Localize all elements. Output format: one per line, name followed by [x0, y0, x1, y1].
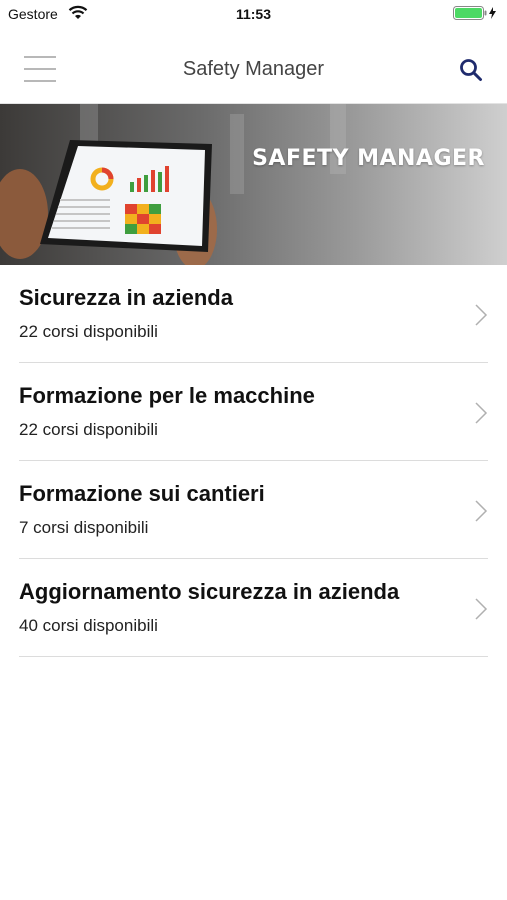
course-title: Sicurezza in azienda: [19, 285, 233, 310]
banner-title: SAFETY MANAGER: [252, 146, 485, 171]
status-bar: Gestore 11:53: [0, 0, 507, 28]
chevron-right-icon: [475, 304, 488, 326]
charging-icon: [489, 7, 496, 19]
chevron-right-icon: [475, 500, 488, 522]
list-item[interactable]: Formazione per le macchine 22 corsi disp…: [19, 363, 488, 461]
list-item[interactable]: Formazione sui cantieri 7 corsi disponib…: [19, 461, 488, 559]
course-title: Aggiornamento sicurezza in azienda: [19, 579, 400, 604]
course-count: 7 corsi disponibili: [19, 518, 149, 537]
course-title: Formazione sui cantieri: [19, 481, 265, 506]
course-title: Formazione per le macchine: [19, 383, 315, 408]
hero-banner: SAFETY MANAGER: [0, 104, 507, 265]
navigation-bar: Safety Manager: [0, 28, 507, 104]
status-time: 11:53: [235, 6, 272, 22]
course-count: 22 corsi disponibili: [19, 420, 158, 439]
tablet-illustration: [0, 104, 346, 265]
page-title: Safety Manager: [182, 58, 325, 80]
course-list: Sicurezza in azienda 22 corsi disponibil…: [0, 265, 507, 657]
course-count: 40 corsi disponibili: [19, 616, 158, 635]
list-item[interactable]: Aggiornamento sicurezza in azienda 40 co…: [19, 559, 488, 657]
search-icon[interactable]: [459, 58, 483, 82]
course-count: 22 corsi disponibili: [19, 322, 158, 341]
battery-icon: [453, 6, 499, 20]
list-item[interactable]: Sicurezza in azienda 22 corsi disponibil…: [19, 265, 488, 363]
chevron-right-icon: [475, 402, 488, 424]
chevron-right-icon: [475, 598, 488, 620]
